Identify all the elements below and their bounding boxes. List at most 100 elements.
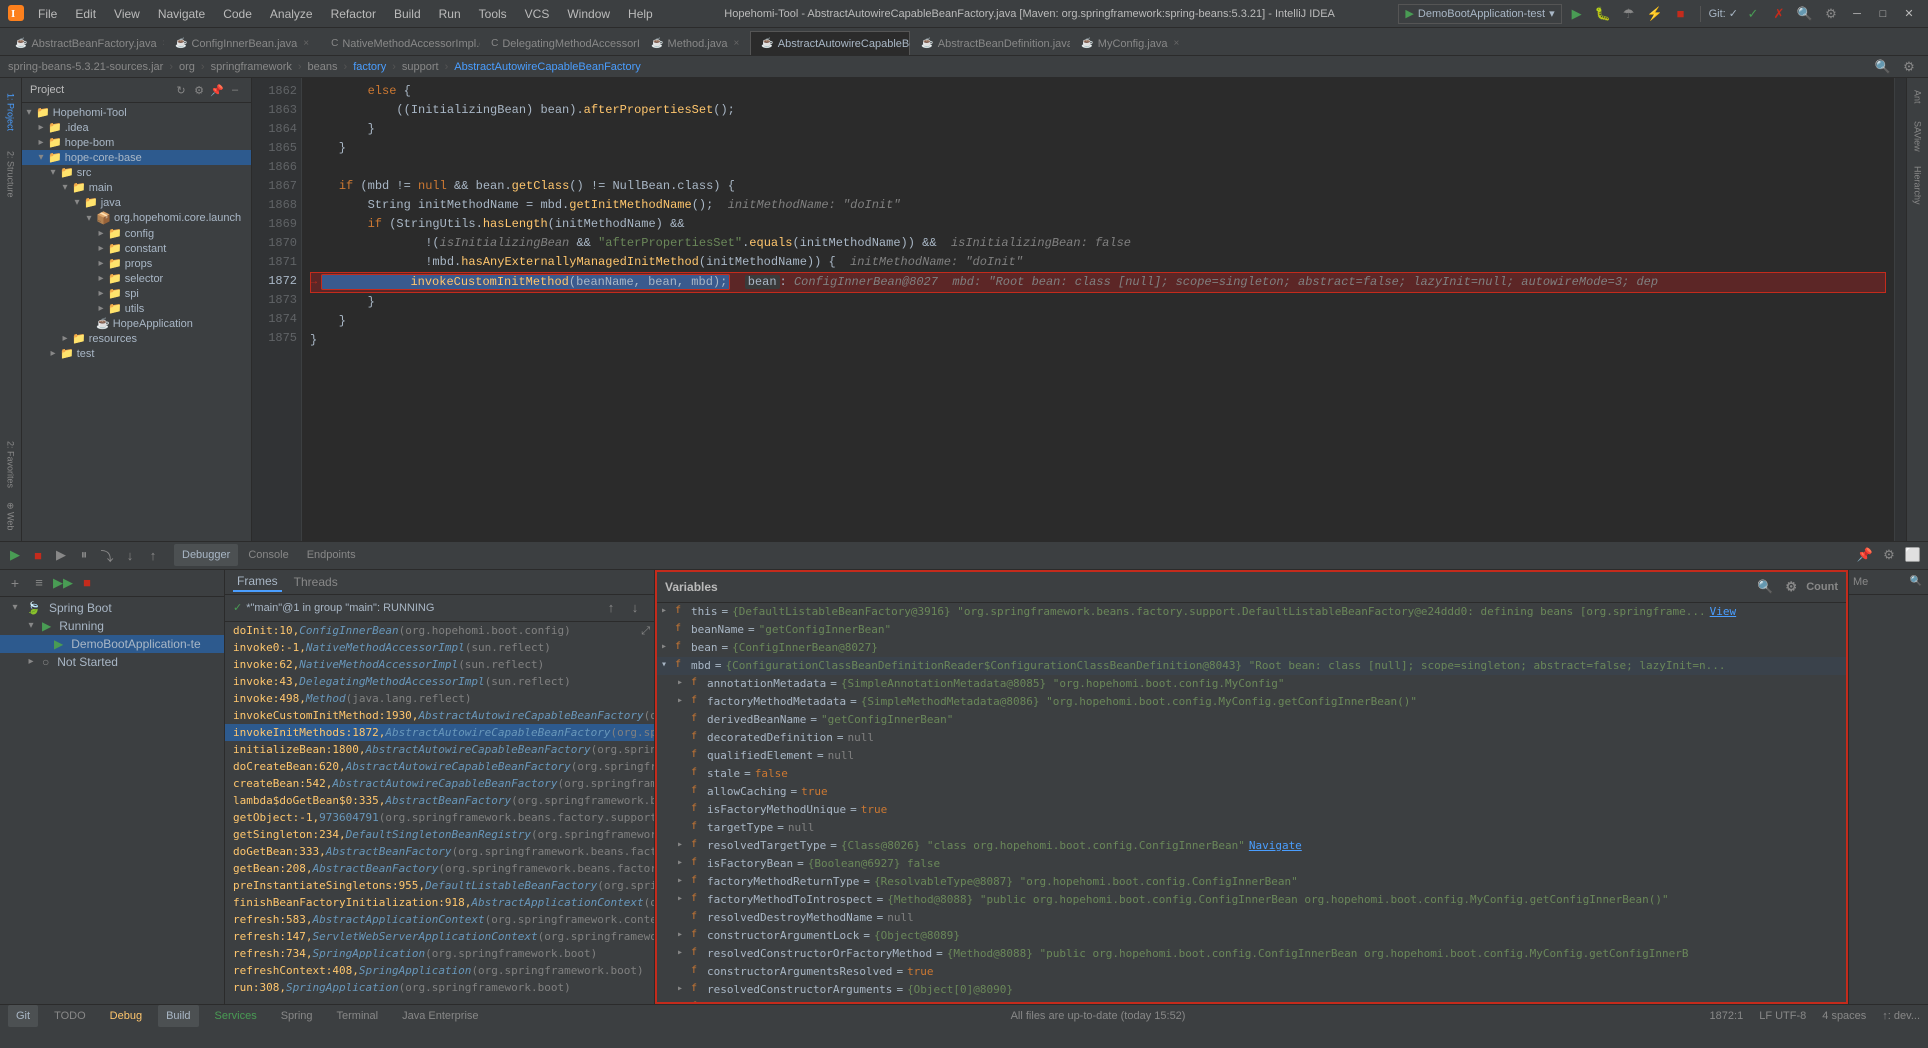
frame-lambda[interactable]: lambda$doGetBean$0:335, AbstractBeanFact…: [225, 792, 654, 809]
tree-item-idea[interactable]: ▸📁.idea: [22, 120, 251, 135]
minimize-button[interactable]: ─: [1846, 6, 1868, 22]
var-this[interactable]: ▸ f this = {DefaultListableBeanFactory@3…: [657, 603, 1846, 621]
search-everywhere[interactable]: 🔍: [1794, 3, 1816, 25]
debug-button[interactable]: 🐛: [1592, 3, 1614, 25]
menu-code[interactable]: Code: [215, 5, 260, 23]
var-factorymethodreturntype[interactable]: ▸ f factoryMethodReturnType = {Resolvabl…: [657, 873, 1846, 891]
var-isfactorymethodunique[interactable]: ▸ f isFactoryMethodUnique = true: [657, 801, 1846, 819]
var-allowcaching[interactable]: ▸ f allowCaching = true: [657, 783, 1846, 801]
frame-refresh734[interactable]: refresh:734, SpringApplication (org.spri…: [225, 945, 654, 962]
tab-console[interactable]: Console: [240, 544, 296, 566]
service-not-started[interactable]: ▸ ○ Not Started: [0, 653, 224, 671]
step-into-icon[interactable]: ↓: [119, 544, 141, 566]
tree-item-src[interactable]: ▾📁src: [22, 165, 251, 180]
status-debug-tab[interactable]: Debug: [102, 1005, 150, 1027]
resume-icon[interactable]: ▶: [50, 544, 72, 566]
tab-threads[interactable]: Threads: [290, 573, 342, 591]
frame-invoke498[interactable]: invoke:498, Method (java.lang.reflect): [225, 690, 654, 707]
var-factorymethodmetadata[interactable]: ▸ f factoryMethodMetadata = {SimpleMetho…: [657, 693, 1846, 711]
project-icon[interactable]: 1: Project: [1, 82, 21, 142]
stop-button[interactable]: ■: [1670, 3, 1692, 25]
frame-invoke43[interactable]: invoke:43, DelegatingMethodAccessorImpl …: [225, 673, 654, 690]
status-spring-tab[interactable]: Spring: [273, 1005, 321, 1027]
frames-up-icon[interactable]: ↑: [600, 597, 622, 619]
code-content[interactable]: else { ((InitializingBean) bean).afterPr…: [302, 78, 1894, 541]
step-out-icon[interactable]: ↑: [142, 544, 164, 566]
frame-getbean[interactable]: getBean:208, AbstractBeanFactory (org.sp…: [225, 860, 654, 877]
run-config-dropdown[interactable]: ▶ DemoBootApplication-test ▾: [1398, 4, 1561, 24]
tree-item-spi[interactable]: ▸📁spi: [22, 286, 251, 301]
tree-item-props[interactable]: ▸📁props: [22, 256, 251, 271]
var-constructorargumentlock[interactable]: ▸ f constructorArgumentLock = {Object@80…: [657, 927, 1846, 945]
tree-item-resources[interactable]: ▸📁resources: [22, 331, 251, 346]
var-stale[interactable]: ▸ f stale = false: [657, 765, 1846, 783]
pause-icon[interactable]: ⏸: [73, 544, 95, 566]
frame-getsingleton[interactable]: getSingleton:234, DefaultSingletonBeanRe…: [225, 826, 654, 843]
tree-item-constant[interactable]: ▸📁constant: [22, 241, 251, 256]
tab-abstractbeandefinition[interactable]: ☕ AbstractBeanDefinition.java ×: [910, 31, 1070, 55]
frames-down-icon[interactable]: ↓: [624, 597, 646, 619]
frame-dogetbean[interactable]: doGetBean:333, AbstractBeanFactory (org.…: [225, 843, 654, 860]
tab-abstractbeanfactory[interactable]: ☕ AbstractBeanFactory.java ×: [4, 31, 164, 55]
var-beanname[interactable]: ▸ f beanName = "getConfigInnerBean": [657, 621, 1846, 639]
var-resolvedconstructor[interactable]: ▸ f resolvedConstructorArguments = {Obje…: [657, 981, 1846, 999]
frame-invoke62[interactable]: invoke:62, NativeMethodAccessorImpl (sun…: [225, 656, 654, 673]
saview-icon[interactable]: SAView: [1907, 116, 1928, 156]
menu-run[interactable]: Run: [431, 5, 469, 23]
frame-finishbeanfactory[interactable]: finishBeanFactoryInitialization:918, Abs…: [225, 894, 654, 911]
gear-settings-icon[interactable]: ⚙: [1898, 56, 1920, 78]
memory-search-icon[interactable]: 🔍: [1908, 574, 1924, 590]
hierarchy-icon[interactable]: Hierarchy: [1907, 160, 1928, 210]
pin-icon[interactable]: 📌: [209, 82, 225, 98]
service-running[interactable]: ▾ ▶ Running: [0, 617, 224, 635]
frame-getobject[interactable]: getObject:-1, 973604791 (org.springframe…: [225, 809, 654, 826]
debugger-stop-icon[interactable]: ■: [27, 544, 49, 566]
variables-settings-icon[interactable]: ⚙: [1780, 576, 1802, 598]
web-icon[interactable]: ⊕ Web: [1, 497, 21, 537]
status-todo-tab[interactable]: TODO: [46, 1005, 94, 1027]
pin-bottom-icon[interactable]: 📌: [1854, 544, 1876, 566]
menu-window[interactable]: Window: [559, 5, 618, 23]
tab-debugger[interactable]: Debugger: [174, 544, 238, 566]
var-bean[interactable]: ▸ f bean = {ConfigInnerBean@8027}: [657, 639, 1846, 657]
settings-bottom-icon[interactable]: ⚙: [1878, 544, 1900, 566]
status-terminal-tab[interactable]: Terminal: [329, 1005, 387, 1027]
profile-button[interactable]: ⚡: [1644, 3, 1666, 25]
services-filter-icon[interactable]: ≡: [28, 572, 50, 594]
frame-invokeinitmethods[interactable]: invokeInitMethods:1872, AbstractAutowire…: [225, 724, 654, 741]
tab-delegatingmethod[interactable]: C DelegatingMethodAccessorImpl.class ×: [480, 31, 640, 55]
var-targettype[interactable]: ▸ f targetType = null: [657, 819, 1846, 837]
var-resolvedtargettype[interactable]: ▸ f resolvedTargetType = {Class@8026} "c…: [657, 837, 1846, 855]
status-java-enterprise-tab[interactable]: Java Enterprise: [394, 1005, 486, 1027]
var-qualifiedelement[interactable]: ▸ f qualifiedElement = null: [657, 747, 1846, 765]
frame-initializebean[interactable]: initializeBean:1800, AbstractAutowireCap…: [225, 741, 654, 758]
ant-icon[interactable]: Ant: [1907, 82, 1928, 112]
var-decorateddefinition[interactable]: ▸ f decoratedDefinition = null: [657, 729, 1846, 747]
tab-abstractautowire[interactable]: ☕ AbstractAutowireCapableBeanFactory.jav…: [750, 31, 910, 55]
tree-item-hope-core-base[interactable]: ▾📁hope-core-base: [22, 150, 251, 165]
structure-icon[interactable]: 2: Structure: [1, 144, 21, 204]
menu-vcs[interactable]: VCS: [517, 5, 558, 23]
menu-navigate[interactable]: Navigate: [150, 5, 213, 23]
var-resolveddestroymethodname[interactable]: ▸ f resolvedDestroyMethodName = null: [657, 909, 1846, 927]
services-run-all-icon[interactable]: ▶▶: [52, 572, 74, 594]
settings-project-icon[interactable]: ⚙: [191, 82, 207, 98]
frame-docreatebean[interactable]: doCreateBean:620, AbstractAutowireCapabl…: [225, 758, 654, 775]
service-demoboot[interactable]: ▸ ▶ DemoBootApplication-te: [0, 635, 224, 653]
frame-invoke0[interactable]: invoke0:-1, NativeMethodAccessorImpl (su…: [225, 639, 654, 656]
coverage-button[interactable]: ☂: [1618, 3, 1640, 25]
frame-refresh583[interactable]: refresh:583, AbstractApplicationContext …: [225, 911, 654, 928]
menu-file[interactable]: File: [30, 5, 65, 23]
frame-preinstantiate[interactable]: preInstantiateSingletons:955, DefaultLis…: [225, 877, 654, 894]
tab-frames[interactable]: Frames: [233, 572, 282, 592]
menu-refactor[interactable]: Refactor: [323, 5, 384, 23]
menu-edit[interactable]: Edit: [67, 5, 104, 23]
frames-expand-icon[interactable]: ⤢: [641, 624, 650, 638]
git-cross[interactable]: ✗: [1768, 3, 1790, 25]
status-git-tab[interactable]: Git: [8, 1005, 38, 1027]
menu-help[interactable]: Help: [620, 5, 661, 23]
variables-search-icon[interactable]: 🔍: [1754, 576, 1776, 598]
frame-run308[interactable]: run:308, SpringApplication (org.springfr…: [225, 979, 654, 996]
frame-createbean[interactable]: createBean:542, AbstractAutowireCapableB…: [225, 775, 654, 792]
maximize-button[interactable]: □: [1872, 6, 1894, 22]
